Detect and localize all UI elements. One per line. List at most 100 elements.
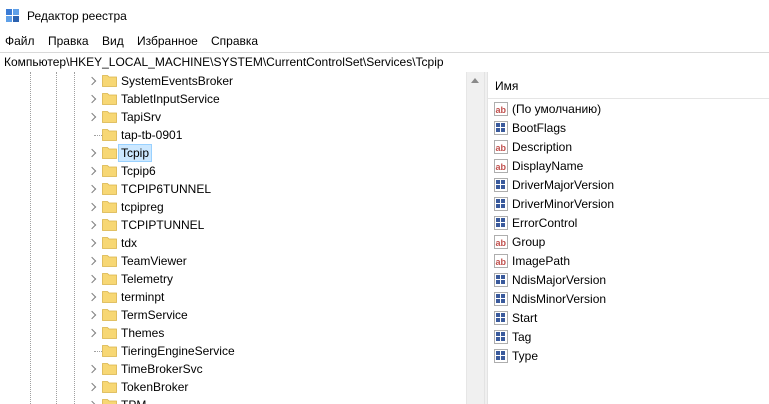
- string-value-icon: ab: [494, 254, 508, 268]
- menu-bar: Файл Правка Вид Избранное Справка: [0, 32, 769, 52]
- menu-edit[interactable]: Правка: [48, 34, 89, 48]
- registry-value-row[interactable]: ErrorControl: [494, 214, 764, 232]
- folder-icon: [102, 147, 117, 159]
- tree-item[interactable]: TabletInputService: [0, 90, 466, 108]
- svg-text:ab: ab: [496, 143, 507, 153]
- folder-icon: [102, 363, 117, 375]
- chevron-right-icon[interactable]: [87, 310, 97, 320]
- tree-connector-line: [94, 351, 102, 352]
- tree-item[interactable]: TimeBrokerSvc: [0, 360, 466, 378]
- tree-item-label: TermService: [121, 308, 188, 322]
- tree-pane[interactable]: SystemEventsBroker TabletInputService Tapi…: [0, 72, 484, 404]
- string-value-icon: ab: [494, 159, 508, 173]
- folder-icon: [102, 201, 117, 213]
- binary-value-icon: [494, 273, 508, 287]
- address-bar[interactable]: Компьютер\HKEY_LOCAL_MACHINE\SYSTEM\Curr…: [0, 52, 769, 73]
- registry-value-row[interactable]: Tag: [494, 328, 764, 346]
- binary-value-icon: [494, 178, 508, 192]
- string-value-icon: ab: [494, 235, 508, 249]
- menu-favorites[interactable]: Избранное: [137, 34, 198, 48]
- registry-value-row[interactable]: Type: [494, 347, 764, 365]
- chevron-right-icon[interactable]: [87, 94, 97, 104]
- tree-item-label: TimeBrokerSvc: [121, 362, 203, 376]
- registry-value-row[interactable]: BootFlags: [494, 119, 764, 137]
- registry-value-name: Description: [512, 140, 573, 154]
- tree-item[interactable]: TCPIPTUNNEL: [0, 216, 466, 234]
- folder-icon: [102, 237, 117, 249]
- chevron-right-icon[interactable]: [87, 220, 97, 230]
- registry-value-name: ErrorControl: [512, 216, 578, 230]
- menu-help[interactable]: Справка: [211, 34, 258, 48]
- string-value-icon: ab: [494, 140, 508, 154]
- tree-item[interactable]: Tcpip6: [0, 162, 466, 180]
- chevron-right-icon[interactable]: [87, 202, 97, 212]
- tree-item[interactable]: Themes: [0, 324, 466, 342]
- chevron-right-icon[interactable]: [87, 166, 97, 176]
- tree-item-label: Themes: [121, 326, 165, 340]
- tree-item[interactable]: TieringEngineService: [0, 342, 466, 360]
- address-path[interactable]: Компьютер\HKEY_LOCAL_MACHINE\SYSTEM\Curr…: [4, 55, 444, 69]
- registry-value-row[interactable]: ab Group: [494, 233, 764, 251]
- tree-item[interactable]: terminpt: [0, 288, 466, 306]
- tree-item[interactable]: TapiSrv: [0, 108, 466, 126]
- svg-text:ab: ab: [496, 257, 507, 267]
- registry-value-row[interactable]: DriverMinorVersion: [494, 195, 764, 213]
- tree-item[interactable]: TPM: [0, 396, 466, 404]
- scroll-up-arrow-icon[interactable]: [471, 78, 479, 83]
- registry-value-row[interactable]: NdisMajorVersion: [494, 271, 764, 289]
- menu-view[interactable]: Вид: [102, 34, 124, 48]
- folder-icon: [102, 183, 117, 195]
- tree-item-label: TPM: [119, 397, 148, 404]
- registry-value-name: ImagePath: [512, 254, 571, 268]
- tree-scrollbar[interactable]: [466, 72, 484, 404]
- tree-item[interactable]: TokenBroker: [0, 378, 466, 396]
- registry-value-row[interactable]: ab Description: [494, 138, 764, 156]
- chevron-right-icon[interactable]: [87, 328, 97, 338]
- chevron-right-icon[interactable]: [87, 274, 97, 284]
- chevron-right-icon[interactable]: [87, 292, 97, 302]
- chevron-right-icon[interactable]: [87, 382, 97, 392]
- registry-value-row[interactable]: NdisMinorVersion: [494, 290, 764, 308]
- chevron-right-icon[interactable]: [87, 256, 97, 266]
- column-header-name[interactable]: Имя: [488, 72, 769, 99]
- binary-value-icon: [494, 197, 508, 211]
- tree-item[interactable]: Telemetry: [0, 270, 466, 288]
- folder-icon: [102, 219, 117, 231]
- tree-item[interactable]: TCPIP6TUNNEL: [0, 180, 466, 198]
- tree-item-label: tcpipreg: [121, 200, 164, 214]
- tree-item-label: TeamViewer: [121, 254, 187, 268]
- tree-item[interactable]: TermService: [0, 306, 466, 324]
- tree-item[interactable]: tap-tb-0901: [0, 126, 466, 144]
- tree-item-label: TokenBroker: [121, 380, 189, 394]
- svg-text:ab: ab: [496, 162, 507, 172]
- chevron-right-icon[interactable]: [87, 184, 97, 194]
- values-pane[interactable]: Имя ab (По умолчанию) BootFlags ab Descripti…: [488, 72, 769, 404]
- folder-icon: [102, 345, 117, 357]
- registry-value-name: DisplayName: [512, 159, 584, 173]
- folder-icon: [102, 327, 117, 339]
- registry-value-row[interactable]: Start: [494, 309, 764, 327]
- column-header-label: Имя: [495, 79, 519, 93]
- chevron-right-icon[interactable]: [87, 112, 97, 122]
- binary-value-icon: [494, 330, 508, 344]
- tree-item[interactable]: tcpipreg: [0, 198, 466, 216]
- registry-value-name: BootFlags: [512, 121, 567, 135]
- tree-item-label-selected: Tcpip: [117, 144, 153, 162]
- chevron-right-icon[interactable]: [87, 238, 97, 248]
- svg-text:ab: ab: [496, 105, 507, 115]
- registry-value-row[interactable]: ab (По умолчанию): [494, 100, 764, 118]
- chevron-right-icon[interactable]: [87, 364, 97, 374]
- binary-value-icon: [494, 349, 508, 363]
- registry-value-row[interactable]: ab ImagePath: [494, 252, 764, 270]
- registry-value-row[interactable]: DriverMajorVersion: [494, 176, 764, 194]
- folder-icon: [102, 399, 117, 404]
- menu-file[interactable]: Файл: [5, 34, 35, 48]
- tree-item[interactable]: SystemEventsBroker: [0, 72, 466, 90]
- tree-connector-line: [94, 135, 102, 136]
- tree-item[interactable]: Tcpip: [0, 144, 466, 162]
- tree-item[interactable]: TeamViewer: [0, 252, 466, 270]
- tree-item[interactable]: tdx: [0, 234, 466, 252]
- chevron-right-icon[interactable]: [87, 76, 97, 86]
- chevron-right-icon[interactable]: [87, 148, 97, 158]
- registry-value-row[interactable]: ab DisplayName: [494, 157, 764, 175]
